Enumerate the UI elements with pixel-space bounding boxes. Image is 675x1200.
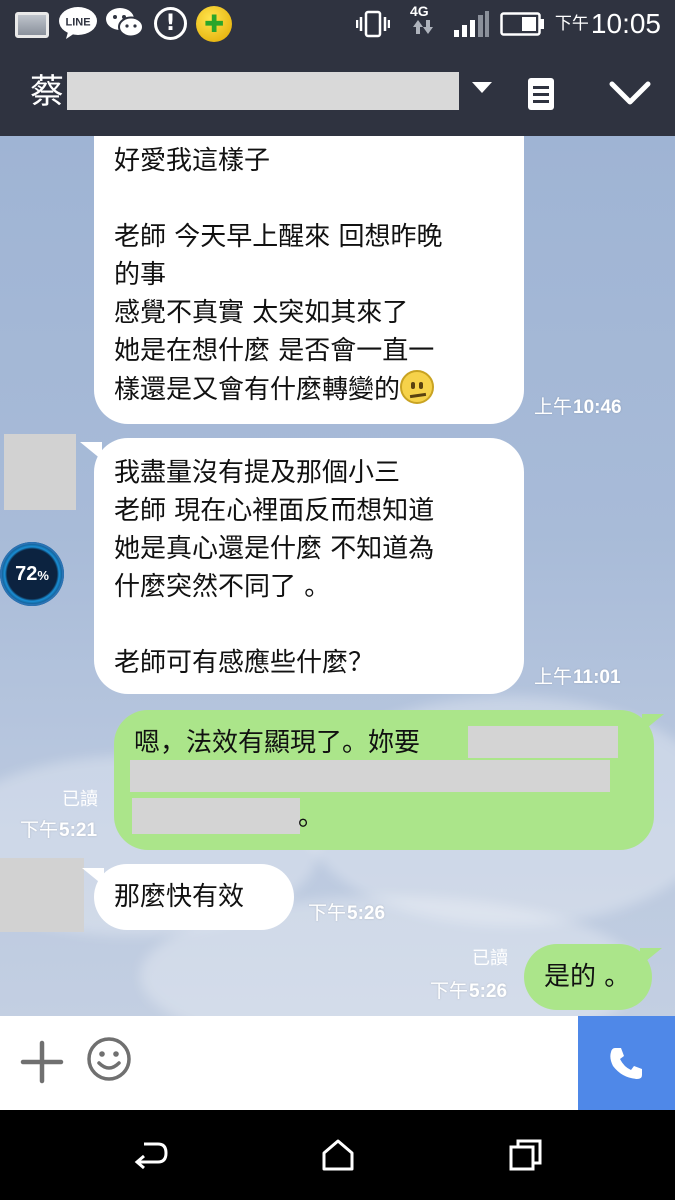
security-app-icon: ✚ — [196, 6, 232, 42]
alert-icon: ! — [154, 7, 187, 40]
message-time: 下午5:26 — [308, 903, 386, 924]
home-icon[interactable] — [320, 1138, 356, 1172]
message-text: 什麼突然不同了 。 — [114, 572, 331, 602]
status-bar: LINE ! ✚ 4G 下午10:05 — [0, 0, 675, 48]
read-receipt: 已讀 — [62, 789, 98, 810]
svg-text:LINE: LINE — [65, 17, 90, 29]
network-type: 4G — [410, 4, 440, 44]
wechat-icon — [106, 8, 144, 38]
gallery-notification-icon — [15, 12, 49, 38]
message-text: 的事 — [114, 260, 167, 290]
battery-icon — [500, 12, 544, 36]
contact-name[interactable]: 蔡 — [30, 72, 64, 112]
message-text: 老師 今天早上醒來 回想昨晚 — [114, 222, 443, 252]
clock-time: 10:05 — [590, 8, 661, 39]
message-time: 上午11:01 — [534, 667, 621, 688]
system-navigation-bar — [0, 1110, 675, 1200]
message-text: 感覺不真實 太突如其來了 — [114, 298, 409, 328]
contact-name-redaction — [67, 72, 459, 110]
message-text: 老師 現在心裡面反而想知道 — [114, 496, 435, 526]
read-receipt: 已讀 — [472, 948, 508, 969]
back-icon[interactable] — [132, 1138, 170, 1172]
message-text: 我盡量沒有提及那個小三 — [114, 458, 401, 488]
emoji-icon[interactable] — [86, 1036, 132, 1082]
message-text — [114, 606, 504, 644]
message-text: 她是在想什麼 是否會一直一 — [114, 336, 435, 366]
message-input-bar — [0, 1016, 675, 1110]
contact-avatar[interactable] — [0, 858, 84, 932]
message-redaction — [468, 726, 618, 758]
message-text — [114, 180, 504, 218]
message-text: 是的 。 — [544, 962, 631, 992]
message-redaction — [130, 760, 610, 792]
message-time: 下午5:21 — [20, 820, 98, 841]
message-text: 樣還是又會有什麼轉變的 — [114, 375, 401, 405]
floating-battery-widget[interactable]: 72% — [0, 542, 64, 606]
message-redaction — [132, 798, 300, 834]
plus-icon[interactable] — [20, 1040, 64, 1084]
message-text: 她是真心還是什麼 不知道為 — [114, 534, 435, 564]
clock-ampm: 下午 — [554, 14, 589, 33]
chevron-down-icon[interactable] — [608, 78, 652, 108]
caret-down-icon[interactable] — [472, 82, 492, 93]
network-type-label: 4G — [410, 3, 429, 19]
confused-face-emoji — [400, 370, 435, 404]
signal-strength-icon — [454, 11, 489, 37]
line-app-icon: LINE — [59, 7, 97, 39]
message-text: 那麼快有效 — [114, 882, 245, 912]
phone-icon — [610, 1048, 642, 1079]
chat-area[interactable]: 好愛我這樣子 老師 今天早上醒來 回想昨晚 的事 感覺不真實 太突如其來了 她是… — [0, 136, 675, 1016]
vibrate-icon — [356, 10, 390, 38]
message-text: 。 — [298, 802, 325, 832]
message-bubble-incoming[interactable]: 我盡量沒有提及那個小三 老師 現在心裡面反而想知道 她是真心還是什麼 不知道為 … — [94, 438, 524, 694]
message-time: 上午10:46 — [534, 397, 622, 418]
call-button[interactable] — [578, 1016, 675, 1110]
message-bubble-incoming[interactable]: 好愛我這樣子 老師 今天早上醒來 回想昨晚 的事 感覺不真實 太突如其來了 她是… — [94, 136, 524, 424]
data-arrows-icon — [413, 20, 433, 34]
message-time: 下午5:26 — [430, 981, 508, 1002]
chat-header: 蔡 — [0, 48, 675, 136]
recent-apps-icon[interactable] — [508, 1138, 544, 1172]
message-text: 老師可有感應些什麼？ — [114, 648, 375, 678]
notes-icon[interactable] — [526, 76, 556, 112]
bubble-tail — [642, 714, 664, 732]
message-bubble-incoming[interactable]: 那麼快有效 — [94, 864, 294, 930]
contact-avatar[interactable] — [4, 434, 76, 510]
bubble-tail — [640, 948, 662, 966]
message-text: 好愛我這樣子 — [114, 146, 271, 176]
message-bubble-outgoing[interactable]: 是的 。 — [524, 944, 652, 1010]
clock: 下午10:05 — [555, 8, 661, 40]
